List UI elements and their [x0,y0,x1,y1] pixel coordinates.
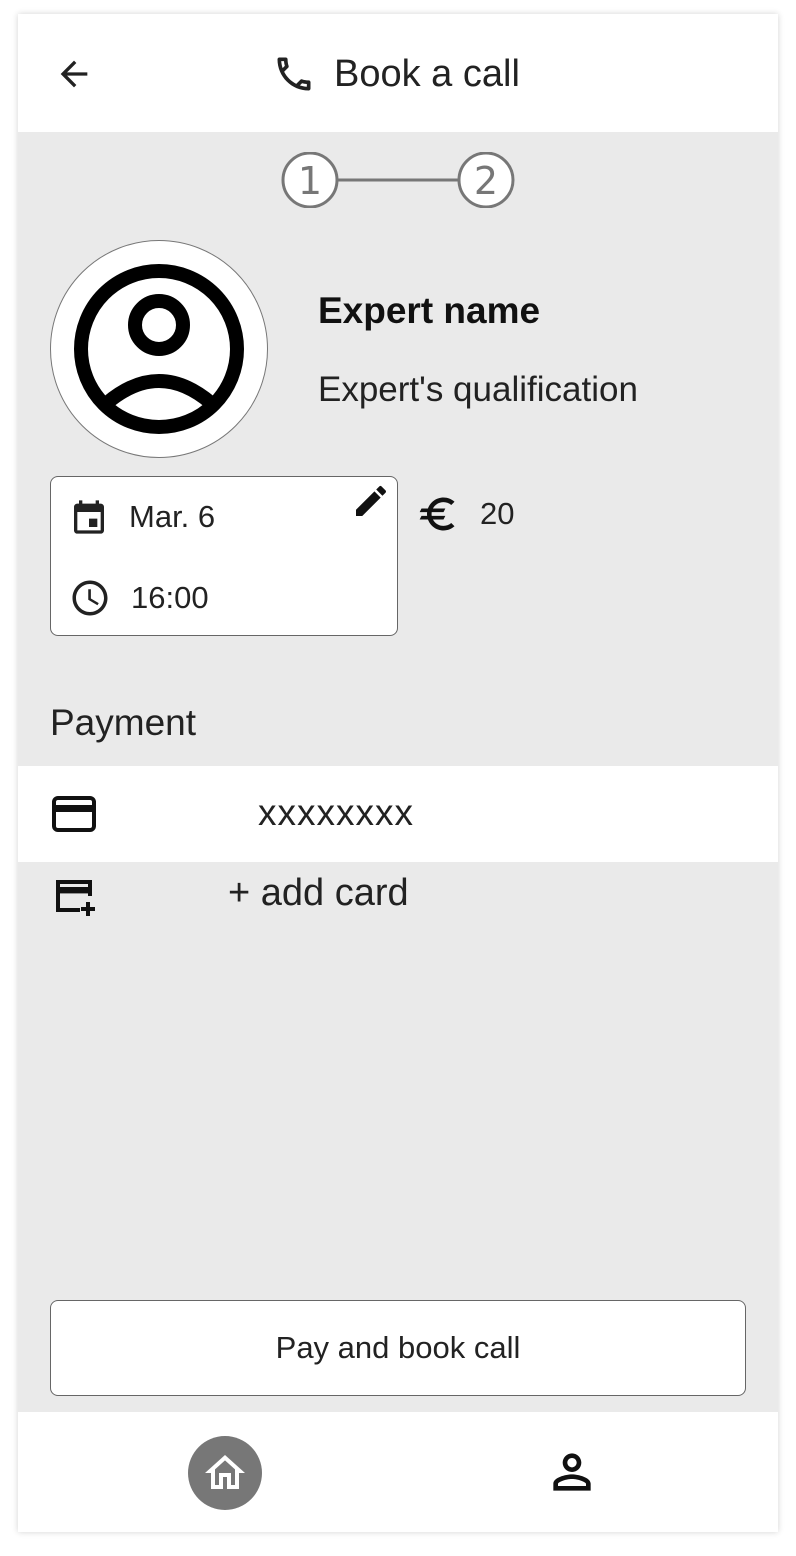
pencil-icon [356,485,387,516]
booking-date: Mar. 6 [129,499,216,534]
expert-name: Expert name [318,290,541,331]
home-icon [205,1455,245,1489]
step-2: 2 [457,152,515,208]
add-card-label: + add card [228,872,409,914]
nav-home-button[interactable] [188,1436,262,1510]
time-row: 16:00 [69,577,209,619]
clock-icon [72,580,108,616]
saved-card-row[interactable]: xxxxxxxx [18,766,778,862]
phone-icon [277,57,311,91]
account-circle-icon [74,264,244,434]
calendar-icon [74,500,104,534]
stepper: 1 2 [281,152,515,208]
payment-section-label: Payment [50,702,197,743]
profile-icon [553,1453,591,1491]
page-title-group: Book a call [272,50,520,98]
back-button[interactable] [54,54,94,94]
step-1: 1 [281,152,339,208]
step-2-label: 2 [474,159,498,203]
app-frame: Book a call 1 2 Expert name Expert's qua… [18,14,778,1532]
add-card-row[interactable]: + add card [18,866,778,926]
price-value: 20 [480,496,515,531]
bottom-navigation [18,1412,778,1532]
pay-and-book-button[interactable]: Pay and book call [50,1300,746,1396]
nav-profile-button[interactable] [542,1442,602,1502]
date-row: Mar. 6 [69,497,215,537]
card-number: xxxxxxxx [258,792,414,833]
expert-qualification: Expert's qualification [318,370,638,409]
euro-icon [419,497,455,531]
page-title: Book a call [334,52,520,95]
add-card-icon [56,880,95,916]
edit-datetime-button[interactable] [349,479,393,523]
top-app-bar: Book a call [18,14,778,132]
arrow-left-icon [60,60,88,88]
expert-avatar [50,240,268,458]
date-time-card: Mar. 6 16:00 [50,476,398,636]
step-1-label: 1 [298,159,322,203]
credit-card-icon [52,796,96,832]
price: 20 [416,492,514,536]
booking-time: 16:00 [131,580,209,615]
